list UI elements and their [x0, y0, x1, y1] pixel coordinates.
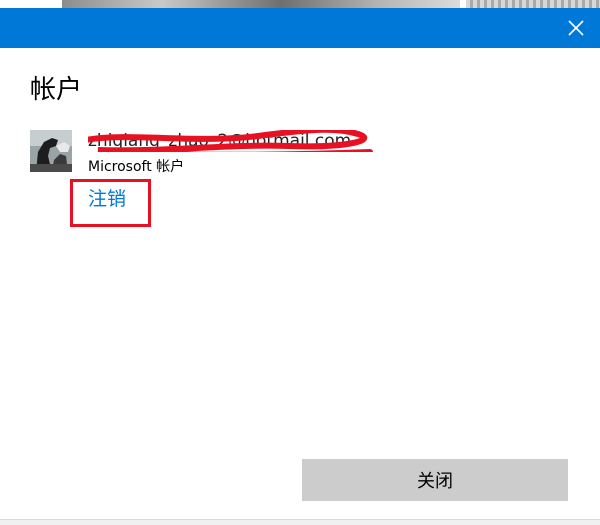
avatar	[30, 130, 72, 172]
dialog-bottom-edge	[0, 519, 600, 525]
background-photo	[62, 0, 460, 8]
background-image-strip	[0, 0, 600, 8]
sign-out-link[interactable]: 注销	[88, 186, 126, 212]
close-button[interactable]: 关闭	[302, 459, 568, 501]
dialog-titlebar	[0, 8, 600, 48]
dialog-title: 帐户	[30, 75, 83, 105]
close-icon[interactable]	[566, 18, 586, 38]
account-email: zhiqiang_zhao_2@hotmail.com	[88, 130, 373, 152]
account-type-label: Microsoft 帐户	[88, 159, 185, 175]
close-button-label: 关闭	[417, 471, 453, 492]
redaction-scribble	[88, 130, 373, 152]
background-photo-pattern	[466, 0, 600, 8]
account-dialog: 帐户 zhiqiang_zhao_2@hotmail.com Microsoft…	[0, 0, 600, 525]
